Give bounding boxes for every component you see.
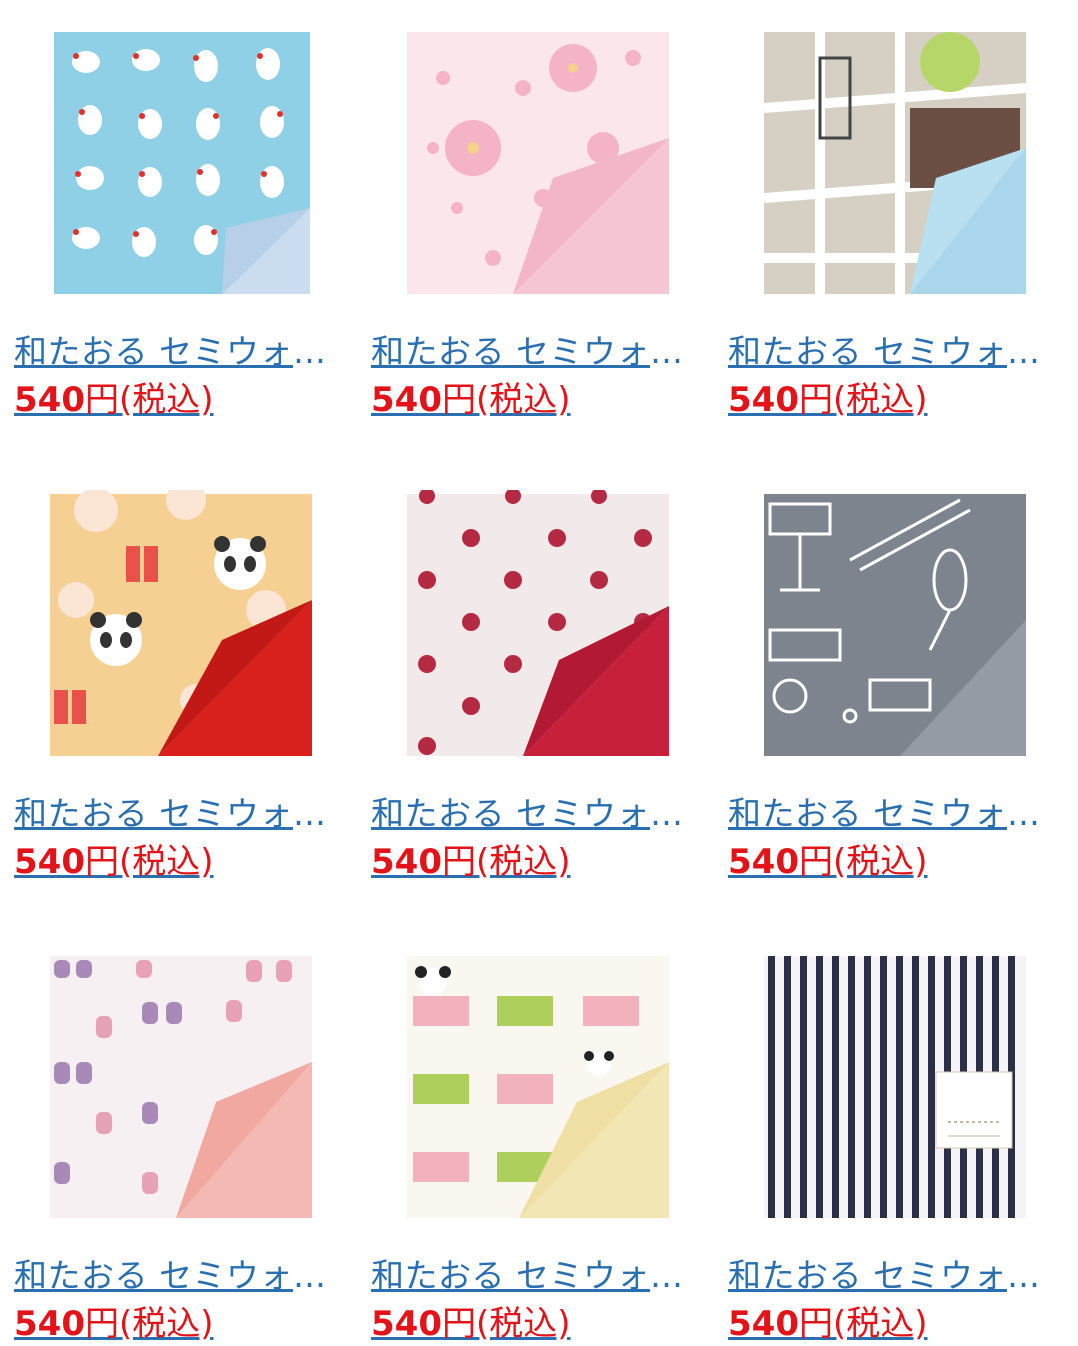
price-amount: 540 <box>14 380 85 420</box>
polka-dot-towel-illustration <box>407 490 669 756</box>
product-title-link[interactable]: 和たおる セミウォッシュタオル <box>728 1254 1064 1298</box>
price-currency: 円 <box>798 842 833 882</box>
product-price[interactable]: 540円(税込) <box>14 1302 214 1346</box>
product-price[interactable]: 540円(税込) <box>728 378 928 422</box>
product-image-panda-blocks[interactable] <box>403 952 683 1224</box>
product-image-polka-dot[interactable] <box>403 490 683 762</box>
product-price[interactable]: 540円(税込) <box>728 1302 928 1346</box>
tax-label: (税込) <box>832 842 928 882</box>
tax-label: (税込) <box>832 380 928 420</box>
price-amount: 540 <box>728 842 799 882</box>
price-amount: 540 <box>371 842 442 882</box>
city-map-towel-illustration <box>763 32 1027 294</box>
product-price[interactable]: 540円(税込) <box>728 840 928 884</box>
panda-towel-illustration <box>50 490 312 756</box>
tax-label: (税込) <box>475 380 571 420</box>
product-image-panda[interactable] <box>46 490 326 762</box>
music-towel-illustration <box>764 494 1026 756</box>
product-title-link[interactable]: 和たおる セミウォッシュタオル <box>14 1254 350 1298</box>
price-amount: 540 <box>728 1304 799 1344</box>
price-amount: 540 <box>371 380 442 420</box>
panda-block-towel-illustration <box>407 956 669 1218</box>
product-title-link[interactable]: 和たおる セミウォッシュタオル <box>728 792 1064 836</box>
price-amount: 540 <box>14 842 85 882</box>
price-amount: 540 <box>728 380 799 420</box>
product-grid: 和たおる セミウォッシュタオル 540円(税込) 和たおる セミウォッシュタオル… <box>0 0 1078 1344</box>
tax-label: (税込) <box>832 1304 928 1344</box>
price-currency: 円 <box>441 380 476 420</box>
product-image-sakura-pattern[interactable] <box>403 28 683 300</box>
product-title-link[interactable]: 和たおる セミウォッシュタオル <box>371 330 707 374</box>
stripe-towel-illustration <box>764 956 1026 1218</box>
product-title-link[interactable]: 和たおる セミウォッシュタオル <box>371 1254 707 1298</box>
price-currency: 円 <box>441 842 476 882</box>
product-image-city-map[interactable] <box>760 28 1040 300</box>
tax-label: (税込) <box>118 380 214 420</box>
tax-label: (税込) <box>475 842 571 882</box>
tax-label: (税込) <box>118 842 214 882</box>
product-image-bird-pattern[interactable] <box>46 28 326 300</box>
product-price[interactable]: 540円(税込) <box>371 840 571 884</box>
owl-towel-illustration <box>50 956 312 1218</box>
product-image-music-instruments[interactable] <box>760 490 1040 762</box>
product-price[interactable]: 540円(税込) <box>14 840 214 884</box>
price-amount: 540 <box>14 1304 85 1344</box>
price-amount: 540 <box>371 1304 442 1344</box>
tax-label: (税込) <box>475 1304 571 1344</box>
product-price[interactable]: 540円(税込) <box>371 378 571 422</box>
sakura-towel-illustration <box>407 32 669 294</box>
product-image-stripes[interactable] <box>760 952 1040 1224</box>
product-title-link[interactable]: 和たおる セミウォッシュタオル <box>728 330 1064 374</box>
price-currency: 円 <box>798 1304 833 1344</box>
product-title-link[interactable]: 和たおる セミウォッシュタオル <box>14 792 350 836</box>
product-price[interactable]: 540円(税込) <box>371 1302 571 1346</box>
price-currency: 円 <box>798 380 833 420</box>
bird-towel-illustration <box>54 32 310 294</box>
price-currency: 円 <box>441 1304 476 1344</box>
price-currency: 円 <box>84 1304 119 1344</box>
price-currency: 円 <box>84 380 119 420</box>
product-image-owl-pattern[interactable] <box>46 952 326 1224</box>
product-title-link[interactable]: 和たおる セミウォッシュタオル <box>14 330 350 374</box>
tax-label: (税込) <box>118 1304 214 1344</box>
product-price[interactable]: 540円(税込) <box>14 378 214 422</box>
product-title-link[interactable]: 和たおる セミウォッシュタオル <box>371 792 707 836</box>
price-currency: 円 <box>84 842 119 882</box>
